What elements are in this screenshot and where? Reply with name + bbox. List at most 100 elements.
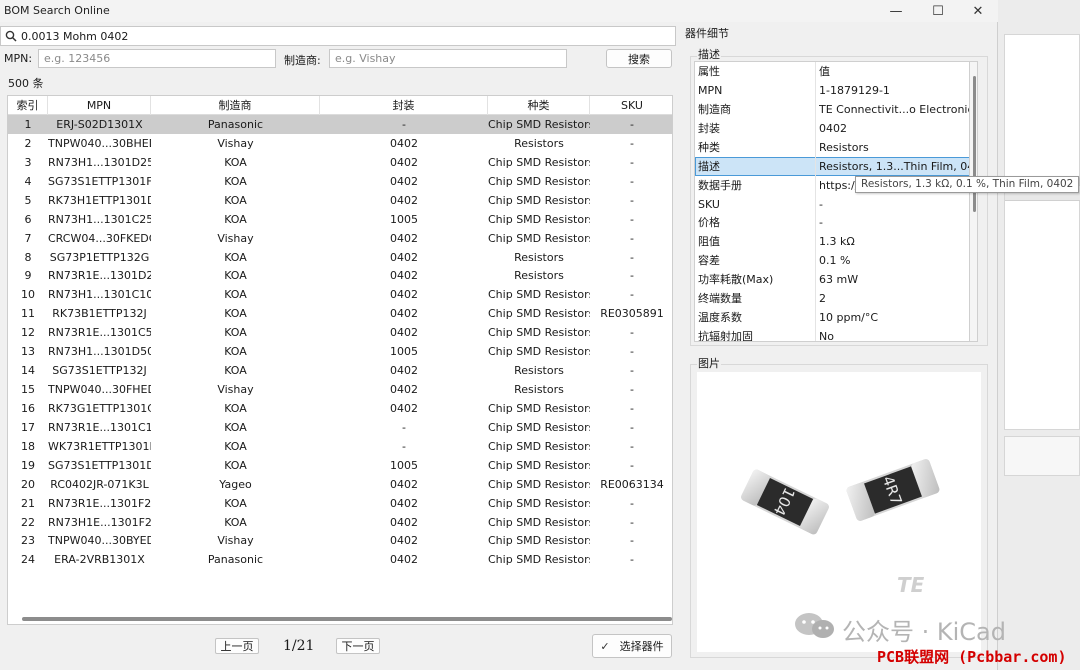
cell-index: 1 (24, 118, 32, 131)
table-row[interactable]: 5 RK73H1ETTP1301D KOA 0402 Chip SMD Resistor… (8, 191, 672, 210)
minimize-button[interactable]: — (876, 0, 916, 22)
cell-category: Chip SMD Resistors (488, 477, 590, 491)
table-row[interactable]: 9 RN73R1E...1301D25 KOA 0402 Resistors - (8, 266, 672, 285)
table-row[interactable]: 16 RK73G1ETTP1301C KOA 0402 Chip SMD Resisto… (8, 399, 672, 418)
horizontal-scrollbar[interactable] (22, 617, 672, 621)
maximize-button[interactable]: ☐ (918, 0, 958, 22)
property-row[interactable]: 功率耗散(Max) 63 mW (695, 270, 969, 290)
table-row[interactable]: 12 RN73R1E...1301C50 KOA 0402 Chip SMD Resis… (8, 323, 672, 342)
column-divider (815, 137, 816, 157)
wechat-icon (795, 613, 834, 638)
table-row[interactable]: 7 CRCW04...30FKEDC Vishay 0402 Chip SMD Resi… (8, 229, 672, 248)
table-row[interactable]: 18 WK73R1ETTP1301F KOA - Chip SMD Resistors - (8, 437, 672, 456)
cell-index: 17 (21, 420, 35, 434)
property-key: 制造商 (698, 102, 731, 116)
property-value: 10 ppm/°C (819, 311, 879, 325)
table-row[interactable]: 24 ERA-2VRB1301X Panasonic 0402 Chip SMD Res… (8, 550, 672, 569)
table-row[interactable]: 4 SG73S1ETTP1301F KOA 0402 Chip SMD Resistor… (8, 172, 672, 191)
property-key: 价格 (698, 216, 720, 230)
select-part-label: 选择器件 (619, 640, 664, 653)
table-row[interactable]: 20 RC0402JR-071K3L Yageo 0402 Chip SMD Resis… (8, 475, 672, 494)
cell-category: Chip SMD Resistors (488, 496, 590, 510)
cell-manufacturer: KOA (224, 307, 247, 321)
cell-sku: - (630, 364, 634, 378)
property-value: 0.1 % (819, 254, 851, 268)
table-row[interactable]: 13 RN73H1...1301D50 KOA 1005 Chip SMD Resist… (8, 342, 672, 361)
property-key: MPN (698, 83, 723, 97)
cell-mpn: RN73R1E...1301C10 (48, 420, 151, 434)
property-row[interactable]: 种类 Resistors (695, 137, 969, 157)
header-sku[interactable]: SKU (590, 96, 672, 115)
table-row[interactable]: 8 SG73P1ETTP132G KOA 0402 Resistors - (8, 248, 672, 267)
cell-package: 0402 (390, 250, 418, 264)
property-row[interactable]: 价格 - (695, 213, 969, 233)
resistor-chip-1: 104 (741, 469, 829, 535)
property-row[interactable]: 终端数量 2 (695, 289, 969, 309)
cell-manufacturer: Vishay (217, 383, 254, 397)
header-index[interactable]: 索引 (8, 96, 48, 115)
cell-index: 6 (24, 212, 32, 226)
cell-category: Chip SMD Resistors (488, 155, 590, 169)
cell-index: 10 (21, 288, 35, 302)
cell-sku: - (630, 250, 634, 264)
property-row[interactable]: 温度系数 10 ppm/°C (695, 308, 969, 328)
cell-manufacturer: KOA (224, 326, 247, 340)
search-button[interactable]: 搜索 (606, 49, 672, 68)
header-manufacturer[interactable]: 制造商 (151, 96, 320, 115)
property-row[interactable]: 阻值 1.3 kΩ (695, 232, 969, 252)
background-pane (1004, 34, 1080, 430)
property-row[interactable]: 制造商 TE Connectivit...o Electronics) (695, 99, 969, 119)
table-row[interactable]: 3 RN73H1...1301D25 KOA 0402 Chip SMD Resisto… (8, 153, 672, 172)
table-row[interactable]: 2 TNPW040...30BHED Vishay 0402 Resistors - (8, 134, 672, 153)
cell-sku: - (630, 534, 634, 548)
cell-manufacturer: KOA (224, 515, 247, 529)
property-row[interactable]: MPN 1-1879129-1 (695, 80, 969, 100)
table-row[interactable]: 17 RN73R1E...1301C10 KOA - Chip SMD Resistor… (8, 418, 672, 437)
table-row[interactable]: 10 RN73H1...1301C10 KOA 0402 Chip SMD Resist… (8, 285, 672, 304)
search-box[interactable] (0, 26, 676, 46)
cell-package: 0402 (390, 553, 418, 567)
table-row[interactable]: 22 RN73H1E...1301F25 KOA 0402 Chip SMD Resis… (8, 513, 672, 532)
table-row[interactable]: 23 TNPW040...30BYED Vishay 0402 Chip SMD Res… (8, 531, 672, 550)
header-mpn[interactable]: MPN (48, 96, 151, 115)
cell-package: - (402, 420, 406, 434)
cell-sku: - (630, 553, 634, 567)
cell-mpn: TNPW040...30BYED (48, 534, 151, 548)
property-row[interactable]: SKU - (695, 194, 969, 214)
column-divider (815, 308, 816, 328)
next-page-button[interactable]: 下一页 (336, 638, 380, 654)
search-input[interactable] (21, 28, 671, 44)
header-category[interactable]: 种类 (488, 96, 590, 115)
table-row[interactable]: 15 TNPW040...30FHED Vishay 0402 Resistors - (8, 380, 672, 399)
property-row[interactable]: 抗辐射加固 No (695, 327, 969, 341)
cell-index: 14 (21, 364, 35, 378)
header-package[interactable]: 封装 (320, 96, 488, 115)
column-divider (815, 232, 816, 252)
table-row[interactable]: 6 RN73H1...1301C25 KOA 1005 Chip SMD Resisto… (8, 210, 672, 229)
property-row[interactable]: 描述 Resistors, 1.3...Thin Film, 0402 (695, 156, 969, 176)
property-value: 0402 (819, 121, 847, 135)
cell-sku: RE0305891 (600, 307, 664, 321)
cell-index: 12 (21, 326, 35, 340)
mpn-input[interactable] (39, 50, 275, 67)
property-key: 数据手册 (698, 178, 742, 192)
details-title: 器件细节 (685, 27, 729, 40)
close-button[interactable]: ✕ (958, 0, 998, 22)
table-row[interactable]: 1 ERJ-S02D1301X Panasonic - Chip SMD Resisto… (8, 115, 672, 134)
cell-package: 1005 (390, 345, 418, 359)
cell-category: Chip SMD Resistors (488, 307, 590, 321)
property-key: 功率耗散(Max) (698, 273, 774, 287)
select-part-button[interactable]: ✓ 选择器件 (592, 634, 672, 658)
cell-index: 4 (24, 174, 32, 188)
manufacturer-input[interactable] (330, 50, 566, 67)
table-row[interactable]: 19 SG73S1ETTP1301D KOA 1005 Chip SMD Resisto… (8, 456, 672, 475)
prev-page-button[interactable]: 上一页 (215, 638, 259, 654)
property-value: 值 (819, 65, 830, 78)
property-row[interactable]: 封装 0402 (695, 118, 969, 138)
table-row[interactable]: 14 SG73S1ETTP132J KOA 0402 Resistors - (8, 361, 672, 380)
cell-mpn: RN73R1E...1301D25 (48, 269, 151, 283)
table-row[interactable]: 11 RK73B1ETTP132J KOA 0402 Chip SMD Resistor… (8, 304, 672, 323)
column-divider (815, 327, 816, 341)
property-row[interactable]: 容差 0.1 % (695, 251, 969, 271)
table-row[interactable]: 21 RN73R1E...1301F25 KOA 0402 Chip SMD Resis… (8, 494, 672, 513)
